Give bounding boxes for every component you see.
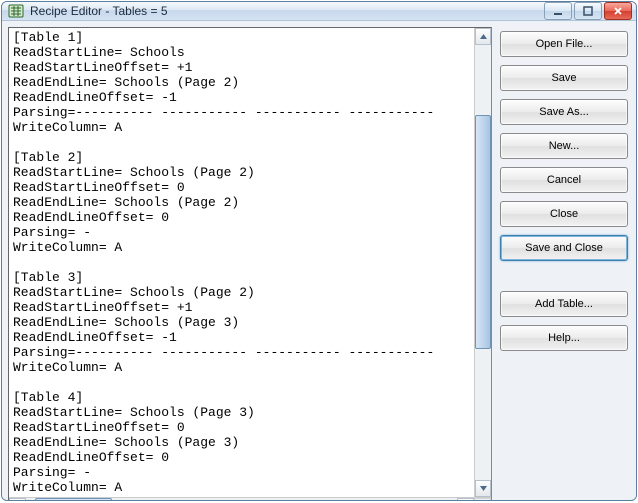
client-area: [Table 1] ReadStartLine= Schools ReadSta… <box>2 21 636 501</box>
add-table-button[interactable]: Add Table... <box>500 291 628 317</box>
window-frame: Recipe Editor - Tables = 5 [Table 1] Rea… <box>1 1 637 501</box>
hscroll-track[interactable] <box>26 498 457 501</box>
vertical-scrollbar[interactable] <box>474 28 491 497</box>
editor-panel: [Table 1] ReadStartLine= Schools ReadSta… <box>8 27 492 501</box>
save-button[interactable]: Save <box>500 65 628 91</box>
recipe-text-editor[interactable]: [Table 1] ReadStartLine= Schools ReadSta… <box>9 28 474 497</box>
close-button[interactable] <box>604 2 632 20</box>
scroll-up-icon[interactable] <box>475 28 491 45</box>
cancel-button[interactable]: Cancel <box>500 167 628 193</box>
hscroll-thumb[interactable] <box>35 498 113 501</box>
new-button[interactable]: New... <box>500 133 628 159</box>
scroll-corner <box>474 498 491 501</box>
minimize-button[interactable] <box>544 2 572 20</box>
scroll-down-icon[interactable] <box>475 480 491 497</box>
button-sidebar: Open File... Save Save As... New... Canc… <box>498 27 630 501</box>
vscroll-track[interactable] <box>475 45 491 480</box>
open-file-button[interactable]: Open File... <box>500 31 628 57</box>
save-as-button[interactable]: Save As... <box>500 99 628 125</box>
close-editor-button[interactable]: Close <box>500 201 628 227</box>
horizontal-scrollbar[interactable] <box>9 497 491 501</box>
scroll-right-icon[interactable] <box>457 498 474 501</box>
window-title: Recipe Editor - Tables = 5 <box>30 4 544 18</box>
scroll-left-icon[interactable] <box>9 498 26 501</box>
save-and-close-button[interactable]: Save and Close <box>500 235 628 261</box>
app-icon <box>8 3 24 19</box>
maximize-button[interactable] <box>574 2 602 20</box>
vscroll-thumb[interactable] <box>475 115 491 350</box>
titlebar[interactable]: Recipe Editor - Tables = 5 <box>2 2 636 21</box>
help-button[interactable]: Help... <box>500 325 628 351</box>
window-controls <box>544 2 632 20</box>
